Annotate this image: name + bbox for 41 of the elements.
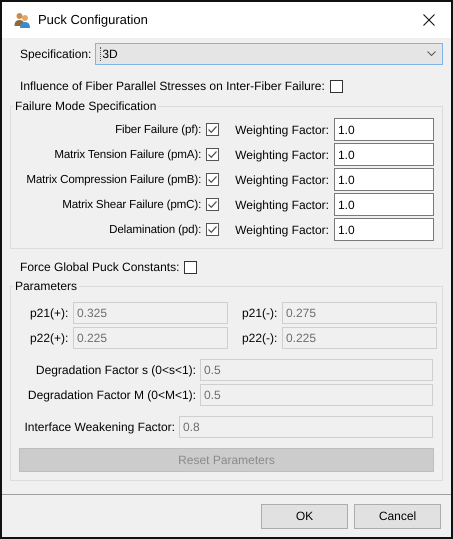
input-field[interactable]: 1.0 — [334, 218, 434, 242]
field-label: Weighting Factor: — [235, 222, 329, 238]
field-label: p21(-): — [242, 306, 278, 320]
checkbox[interactable] — [206, 148, 220, 162]
input-field[interactable]: 1.0 — [334, 193, 434, 216]
dropdown[interactable]: 3D — [95, 43, 443, 65]
checkbox-label: Influence of Fiber Parallel Stresses on Inter-Fiber Failure: — [20, 78, 325, 94]
input-field[interactable]: 1.0 — [334, 168, 434, 192]
checkbox-label: Delamination (pd): — [108, 222, 202, 237]
dialog-button[interactable]: Cancel — [354, 504, 441, 528]
checkbox[interactable] — [330, 80, 343, 92]
checkbox-label: Fiber Failure (pf): — [114, 122, 202, 137]
field-label: Degradation Factor M (0<M<1): — [28, 388, 196, 402]
field-label: p22(+): — [30, 330, 70, 345]
input-field[interactable]: 1.0 — [334, 118, 434, 142]
checkbox[interactable] — [206, 198, 220, 212]
checkbox-label: Force Global Puck Constants: — [20, 260, 180, 275]
field-label: Specification: — [20, 46, 92, 62]
field-label: p22(-): — [242, 330, 278, 345]
input-field[interactable]: 1.0 — [334, 143, 434, 166]
checkbox[interactable] — [184, 260, 198, 274]
checkbox[interactable] — [206, 173, 220, 186]
field-label: Weighting Factor: — [235, 172, 329, 188]
group-title: Failure Mode Specification — [14, 99, 158, 114]
close-icon — [423, 14, 435, 26]
caret-icon — [427, 51, 436, 57]
checkbox-label: Matrix Shear Failure (pmC): — [61, 198, 202, 212]
dialog-button[interactable]: OK — [261, 504, 348, 528]
window-title: Puck Configuration — [38, 12, 149, 28]
field-label: Interface Weakening Factor: — [24, 420, 175, 434]
people-icon — [14, 12, 31, 28]
field-label: p21(+): — [30, 306, 70, 320]
field-label: Weighting Factor: — [235, 122, 329, 138]
checkbox-label: Matrix Compression Failure (pmB): — [25, 172, 202, 187]
checkbox[interactable] — [206, 223, 220, 236]
group-title: Parameters — [14, 279, 78, 294]
field-label: Weighting Factor: — [235, 198, 329, 212]
checkbox-label: Matrix Tension Failure (pmA): — [53, 148, 202, 162]
field-label: Degradation Factor s (0<s<1): — [36, 363, 196, 378]
field-label: Weighting Factor: — [235, 148, 329, 162]
checkbox[interactable] — [206, 123, 220, 136]
